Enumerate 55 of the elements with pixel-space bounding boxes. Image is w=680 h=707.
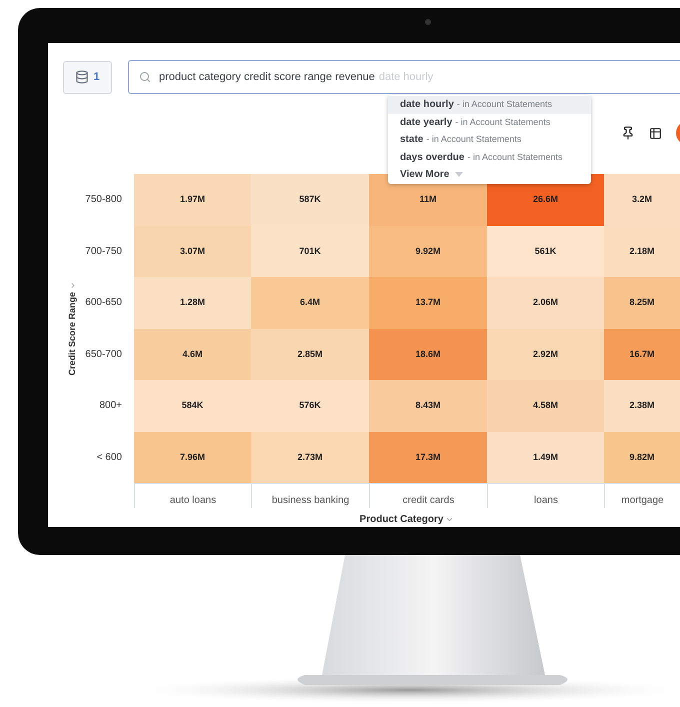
database-icon bbox=[75, 70, 90, 84]
heatmap-cell: 2.18M bbox=[604, 226, 680, 277]
heatmap-cell: 2.06M bbox=[487, 277, 604, 328]
y-axis-title[interactable]: Credit Score Range bbox=[66, 282, 80, 376]
heatmap-cell: 701K bbox=[251, 226, 369, 277]
chevron-icon bbox=[445, 515, 454, 524]
heatmap-cell: 1.28M bbox=[134, 277, 251, 328]
heatmap-cell: 17.3M bbox=[369, 432, 487, 483]
heatmap-cell: 3.2M bbox=[604, 174, 680, 226]
row-label: < 600 bbox=[96, 450, 122, 465]
heatmap-cell: 2.92M bbox=[487, 328, 604, 380]
heatmap-cell: 561K bbox=[487, 226, 604, 277]
column-label: auto loans bbox=[170, 494, 216, 508]
heatmap-cell: 8.43M bbox=[369, 380, 487, 432]
suggestion-item[interactable]: date hourly - in Account Statements bbox=[388, 96, 591, 114]
pin-icon[interactable] bbox=[621, 126, 635, 140]
suggestion-item[interactable]: date yearly - in Account Statements bbox=[388, 114, 591, 131]
search-icon bbox=[139, 71, 151, 83]
suggestion-item[interactable]: state - in Account Statements bbox=[388, 131, 591, 148]
column-label: credit cards bbox=[402, 494, 454, 508]
row-label: 650-700 bbox=[85, 348, 122, 362]
row-label: 700-750 bbox=[85, 244, 122, 259]
row-label: 800+ bbox=[99, 399, 122, 414]
heatmap-cell: 2.38M bbox=[604, 380, 680, 432]
heatmap-cell: 7.96M bbox=[134, 432, 251, 483]
heatmap-cell: 4.58M bbox=[487, 380, 604, 432]
heatmap-cell: 587K bbox=[251, 174, 369, 226]
heatmap-cell: 2.85M bbox=[251, 328, 369, 380]
camera-icon bbox=[425, 19, 431, 25]
heatmap-cell: 9.82M bbox=[604, 432, 680, 483]
heatmap-cell: 3.07M bbox=[134, 226, 251, 277]
row-label: 600-650 bbox=[85, 296, 122, 310]
heatmap-cell: 1.49M bbox=[487, 432, 604, 483]
heatmap-cell: 1.97M bbox=[134, 174, 251, 226]
heatmap-cell: 576K bbox=[251, 380, 369, 432]
column-label: business banking bbox=[272, 494, 350, 508]
heatmap-cell: 18.6M bbox=[369, 328, 487, 380]
x-axis-title[interactable]: Product Category bbox=[360, 512, 454, 527]
heatmap-cell: 13.7M bbox=[369, 277, 487, 328]
search-query-text: product category credit score range revenue bbox=[159, 70, 375, 85]
column-label: loans bbox=[534, 494, 558, 508]
column-label: mortgage bbox=[621, 494, 664, 508]
data-source-button[interactable]: 1 bbox=[63, 60, 112, 94]
heatmap-cell: 16.7M bbox=[604, 328, 680, 380]
heatmap-cell: 8.25M bbox=[604, 277, 680, 328]
heatmap-cell: 584K bbox=[134, 380, 251, 432]
chevron-icon bbox=[69, 282, 77, 290]
heatmap-cell: 4.6M bbox=[134, 328, 251, 380]
caret-icon bbox=[455, 172, 464, 177]
row-label: 750-800 bbox=[85, 193, 122, 208]
suggestion-item[interactable]: days overdue - in Account Statements bbox=[388, 148, 591, 166]
heatmap-cell: 9.92M bbox=[369, 226, 487, 277]
heatmap-cell: 2.73M bbox=[251, 432, 369, 483]
table-icon[interactable] bbox=[649, 126, 662, 140]
heatmap-cell: 6.4M bbox=[251, 277, 369, 328]
